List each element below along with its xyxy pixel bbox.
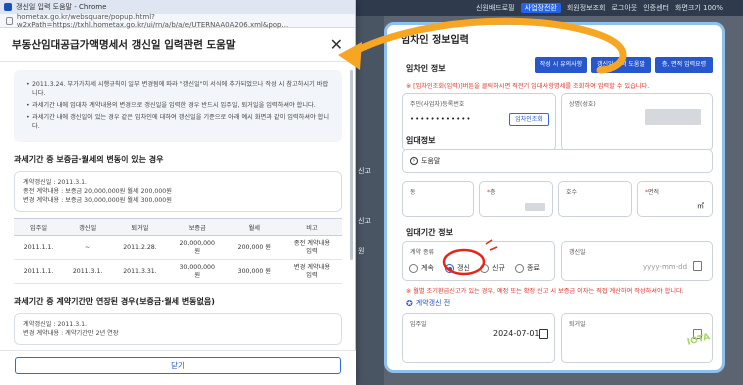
annotation-circle	[442, 248, 486, 276]
annotation-tick	[485, 239, 498, 251]
annotation-overlay	[338, 17, 627, 276]
annotation-arrow	[344, 17, 627, 74]
annotation-arrowhead	[338, 42, 362, 70]
